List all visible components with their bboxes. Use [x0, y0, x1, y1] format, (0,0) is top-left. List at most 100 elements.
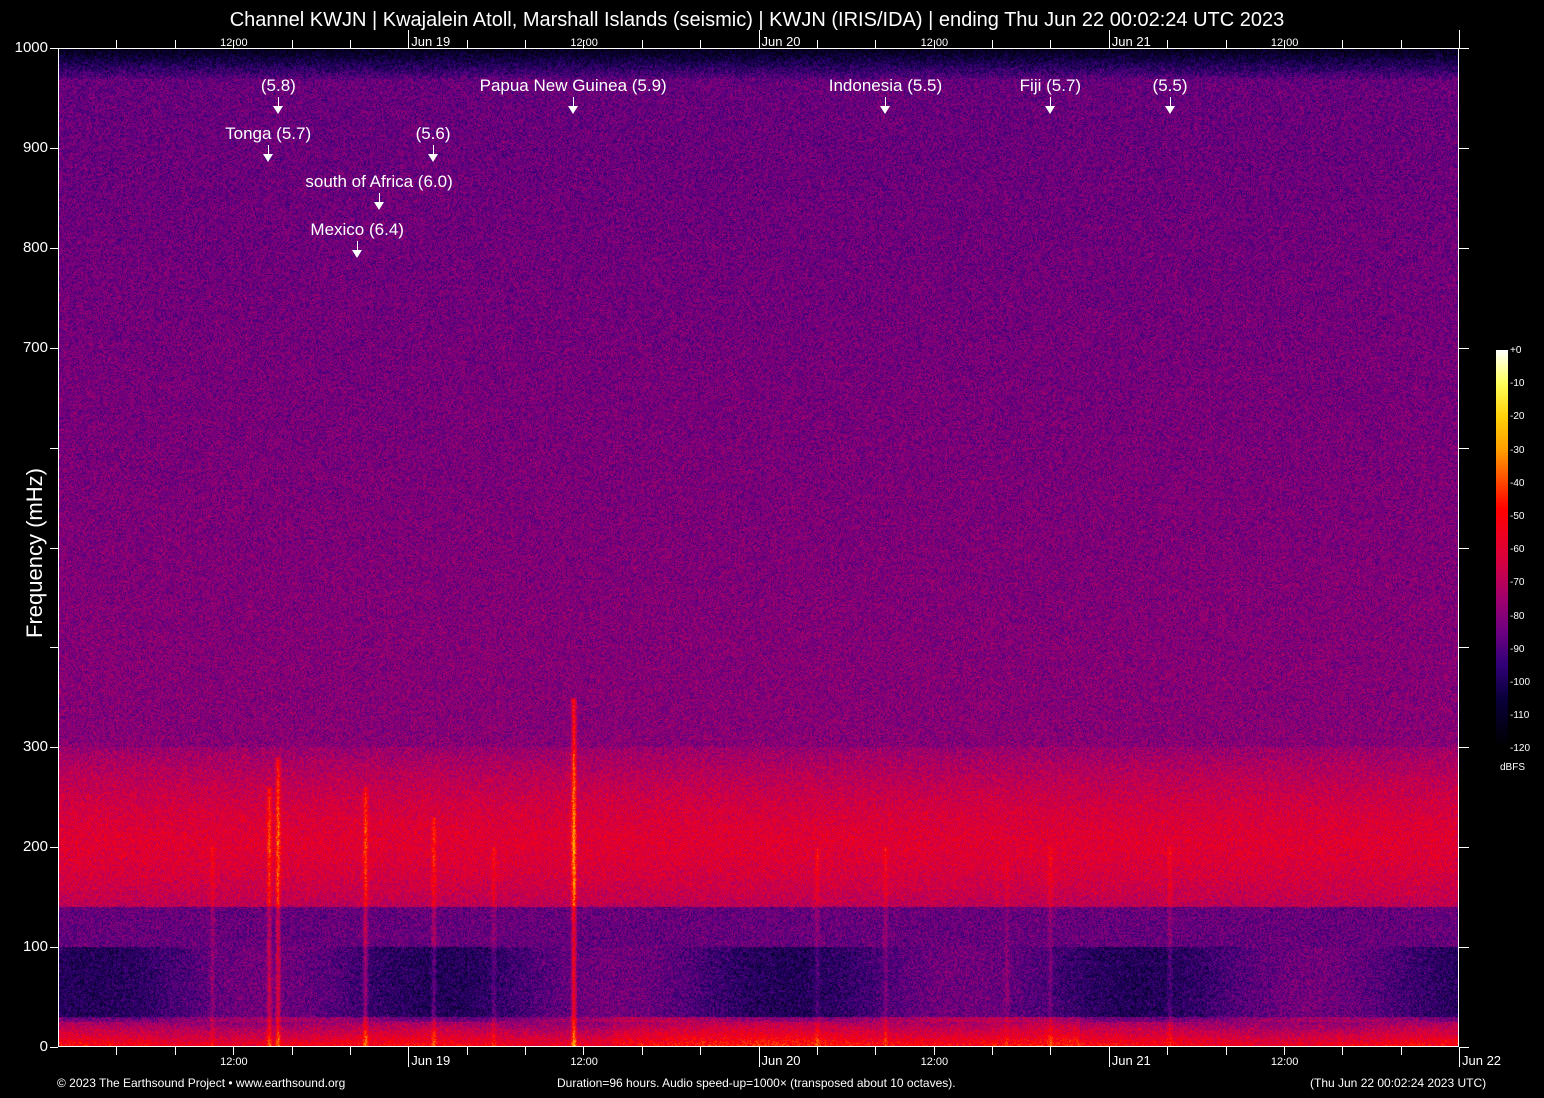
x-tick-top — [175, 40, 176, 48]
x-tick-top — [1226, 40, 1227, 48]
x-tick-top — [700, 40, 701, 48]
x-tick-label-top: 12:00 — [220, 37, 248, 49]
x-tick — [817, 1047, 818, 1055]
y-tick-right — [1459, 448, 1469, 449]
x-tick — [700, 1047, 701, 1055]
colorbar-tick-label: -30 — [1510, 445, 1524, 456]
x-tick — [408, 1047, 409, 1067]
x-tick-label: 12:00 — [570, 1056, 598, 1068]
x-tick-top — [1401, 40, 1402, 48]
x-tick — [467, 1047, 468, 1055]
event-arrowhead-icon — [374, 202, 384, 210]
x-tick-label-top: 12:00 — [921, 37, 949, 49]
y-tick — [50, 548, 58, 549]
y-tick — [50, 148, 58, 149]
x-tick — [759, 1047, 760, 1067]
colorbar-tick-label: +0 — [1510, 345, 1521, 356]
y-tick-label: 200 — [23, 838, 48, 855]
colorbar-tick-label: -40 — [1510, 478, 1524, 489]
x-tick-label: Jun 21 — [1112, 1053, 1151, 1068]
x-tick-label: 12:00 — [1271, 1056, 1299, 1068]
x-tick-label: 12:00 — [220, 1056, 248, 1068]
x-tick — [1401, 1047, 1402, 1055]
y-tick — [50, 348, 58, 349]
x-tick-top — [408, 30, 409, 48]
colorbar-tick-label: -120 — [1510, 743, 1530, 754]
event-annotation: Tonga (5.7) — [225, 124, 311, 144]
x-tick-top — [1050, 40, 1051, 48]
x-tick-label: 12:00 — [921, 1056, 949, 1068]
event-annotation: (5.5) — [1153, 76, 1188, 96]
x-tick-top — [642, 40, 643, 48]
x-tick — [116, 1047, 117, 1055]
x-tick-top — [350, 40, 351, 48]
y-tick-right — [1459, 747, 1469, 748]
x-tick — [1167, 1047, 1168, 1055]
event-arrowhead-icon — [1165, 106, 1175, 114]
x-tick-label-top: Jun 20 — [762, 34, 801, 49]
x-tick-label: Jun 20 — [762, 1053, 801, 1068]
x-tick-top — [525, 40, 526, 48]
colorbar-tick-label: -80 — [1510, 611, 1524, 622]
x-tick — [175, 1047, 176, 1055]
y-tick — [50, 947, 58, 948]
event-arrowhead-icon — [880, 106, 890, 114]
y-tick-right — [1459, 248, 1469, 249]
y-tick — [50, 448, 58, 449]
colorbar-tick-label: -110 — [1510, 710, 1529, 721]
y-tick-right — [1459, 548, 1469, 549]
y-tick — [50, 647, 58, 648]
x-tick — [350, 1047, 351, 1055]
x-tick — [875, 1047, 876, 1055]
y-tick-label: 700 — [23, 339, 48, 356]
colorbar-tick-label: -70 — [1510, 577, 1524, 588]
x-tick-top — [759, 30, 760, 48]
y-tick-label: 300 — [23, 738, 48, 755]
colorbar-tick-label: -10 — [1510, 378, 1524, 389]
y-tick-label: 0 — [40, 1038, 48, 1055]
colorbar-tick-label: -100 — [1510, 677, 1530, 688]
x-tick — [1284, 1047, 1285, 1055]
y-tick-right — [1459, 348, 1469, 349]
y-tick — [50, 248, 58, 249]
x-tick — [1050, 1047, 1051, 1055]
colorbar-label: dBFS — [1500, 762, 1525, 773]
colorbar-tick-label: -20 — [1510, 411, 1524, 422]
y-tick-right — [1459, 847, 1469, 848]
x-tick — [1459, 1047, 1460, 1067]
x-tick-label: Jun 19 — [411, 1053, 450, 1068]
x-tick — [1342, 1047, 1343, 1055]
x-tick-top — [467, 40, 468, 48]
x-tick-label-top: Jun 21 — [1112, 34, 1151, 49]
x-tick-top — [1342, 40, 1343, 48]
y-tick-right — [1459, 148, 1469, 149]
spectrogram-image — [59, 49, 1458, 1046]
y-tick-right — [1459, 1047, 1469, 1048]
x-tick-top — [1459, 30, 1460, 48]
y-tick-label: 1000 — [15, 39, 48, 56]
colorbar — [1496, 350, 1508, 748]
spectrogram-plot — [58, 48, 1459, 1047]
y-tick — [50, 48, 58, 49]
x-tick-label-top: 12:00 — [570, 37, 598, 49]
event-arrowhead-icon — [428, 154, 438, 162]
event-arrowhead-icon — [568, 106, 578, 114]
x-tick-top — [1109, 30, 1110, 48]
x-tick — [525, 1047, 526, 1055]
event-annotation: Papua New Guinea (5.9) — [480, 76, 667, 96]
y-tick-right — [1459, 48, 1469, 49]
x-tick-top — [292, 40, 293, 48]
y-tick-label: 900 — [23, 139, 48, 156]
event-annotation: south of Africa (6.0) — [305, 172, 452, 192]
x-tick-top — [992, 40, 993, 48]
x-tick-label-top: Jun 19 — [411, 34, 450, 49]
x-tick — [934, 1047, 935, 1055]
x-tick — [1226, 1047, 1227, 1055]
event-arrowhead-icon — [273, 106, 283, 114]
footer-copyright: © 2023 The Earthsound Project • www.eart… — [57, 1076, 345, 1090]
y-tick — [50, 747, 58, 748]
event-annotation: (5.6) — [416, 124, 451, 144]
x-tick-top — [817, 40, 818, 48]
y-axis-label: Frequency (mHz) — [22, 468, 48, 638]
x-tick — [583, 1047, 584, 1055]
